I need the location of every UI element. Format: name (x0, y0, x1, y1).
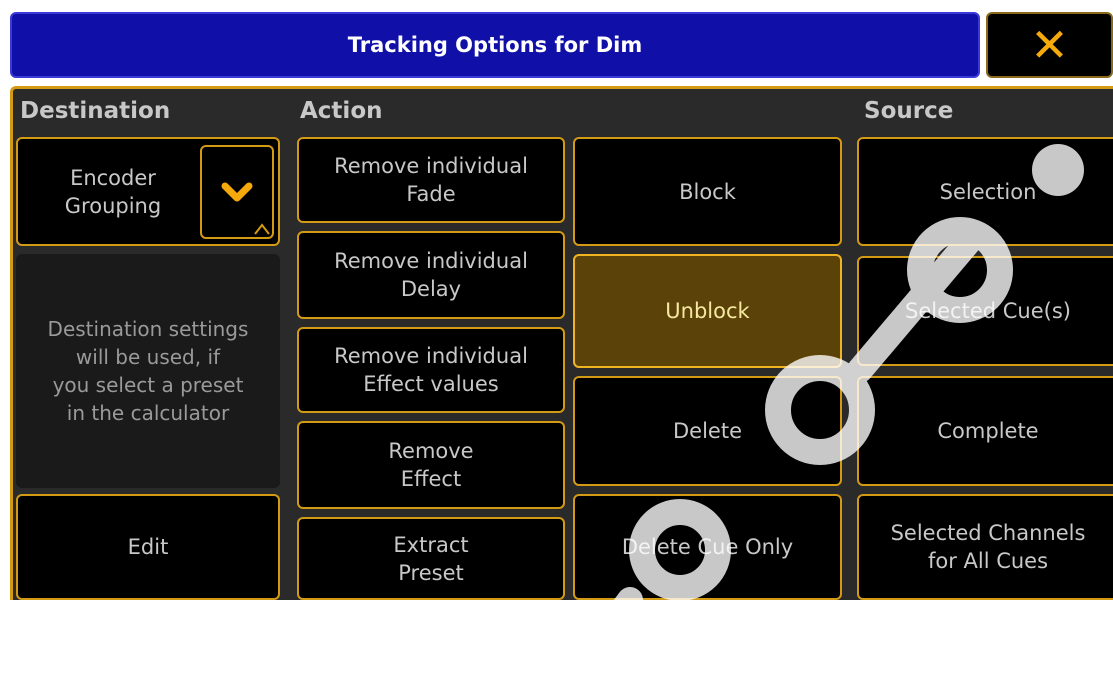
encoder-grouping-label: Encoder Grouping (64, 165, 162, 218)
remove-individual-effect-values-button[interactable]: Remove individual Effect values (297, 327, 565, 413)
unblock-button[interactable]: Unblock (573, 254, 842, 368)
remove-effect-button[interactable]: Remove Effect (297, 421, 565, 509)
source-selection-button[interactable]: Selection (857, 137, 1113, 246)
delete-cue-only-button[interactable]: Delete Cue Only (573, 494, 842, 600)
corner-marker-icon (254, 223, 270, 235)
source-selected-cues-button[interactable]: Selected Cue(s) (857, 256, 1113, 366)
close-button[interactable]: ✕ (986, 12, 1113, 78)
close-icon: ✕ (1030, 18, 1069, 72)
window-title: Tracking Options for Dim (10, 12, 980, 78)
remove-individual-delay-button[interactable]: Remove individual Delay (297, 231, 565, 319)
action-header: Action (300, 98, 383, 124)
remove-individual-fade-button[interactable]: Remove individual Fade (297, 137, 565, 223)
destination-info-text: Destination settings will be used, if yo… (16, 254, 280, 488)
edit-button[interactable]: Edit (16, 494, 280, 600)
source-header: Source (864, 98, 954, 124)
source-selected-channels-all-cues-button[interactable]: Selected Channels for All Cues (857, 494, 1113, 600)
extract-preset-button[interactable]: Extract Preset (297, 517, 565, 600)
delete-button[interactable]: Delete (573, 376, 842, 486)
encoder-grouping-dropdown[interactable]: Encoder Grouping (16, 137, 280, 246)
source-complete-button[interactable]: Complete (857, 376, 1113, 486)
dropdown-toggle-button[interactable] (200, 145, 274, 239)
destination-header: Destination (20, 98, 171, 124)
chevron-down-icon (221, 182, 253, 202)
block-button[interactable]: Block (573, 137, 842, 246)
